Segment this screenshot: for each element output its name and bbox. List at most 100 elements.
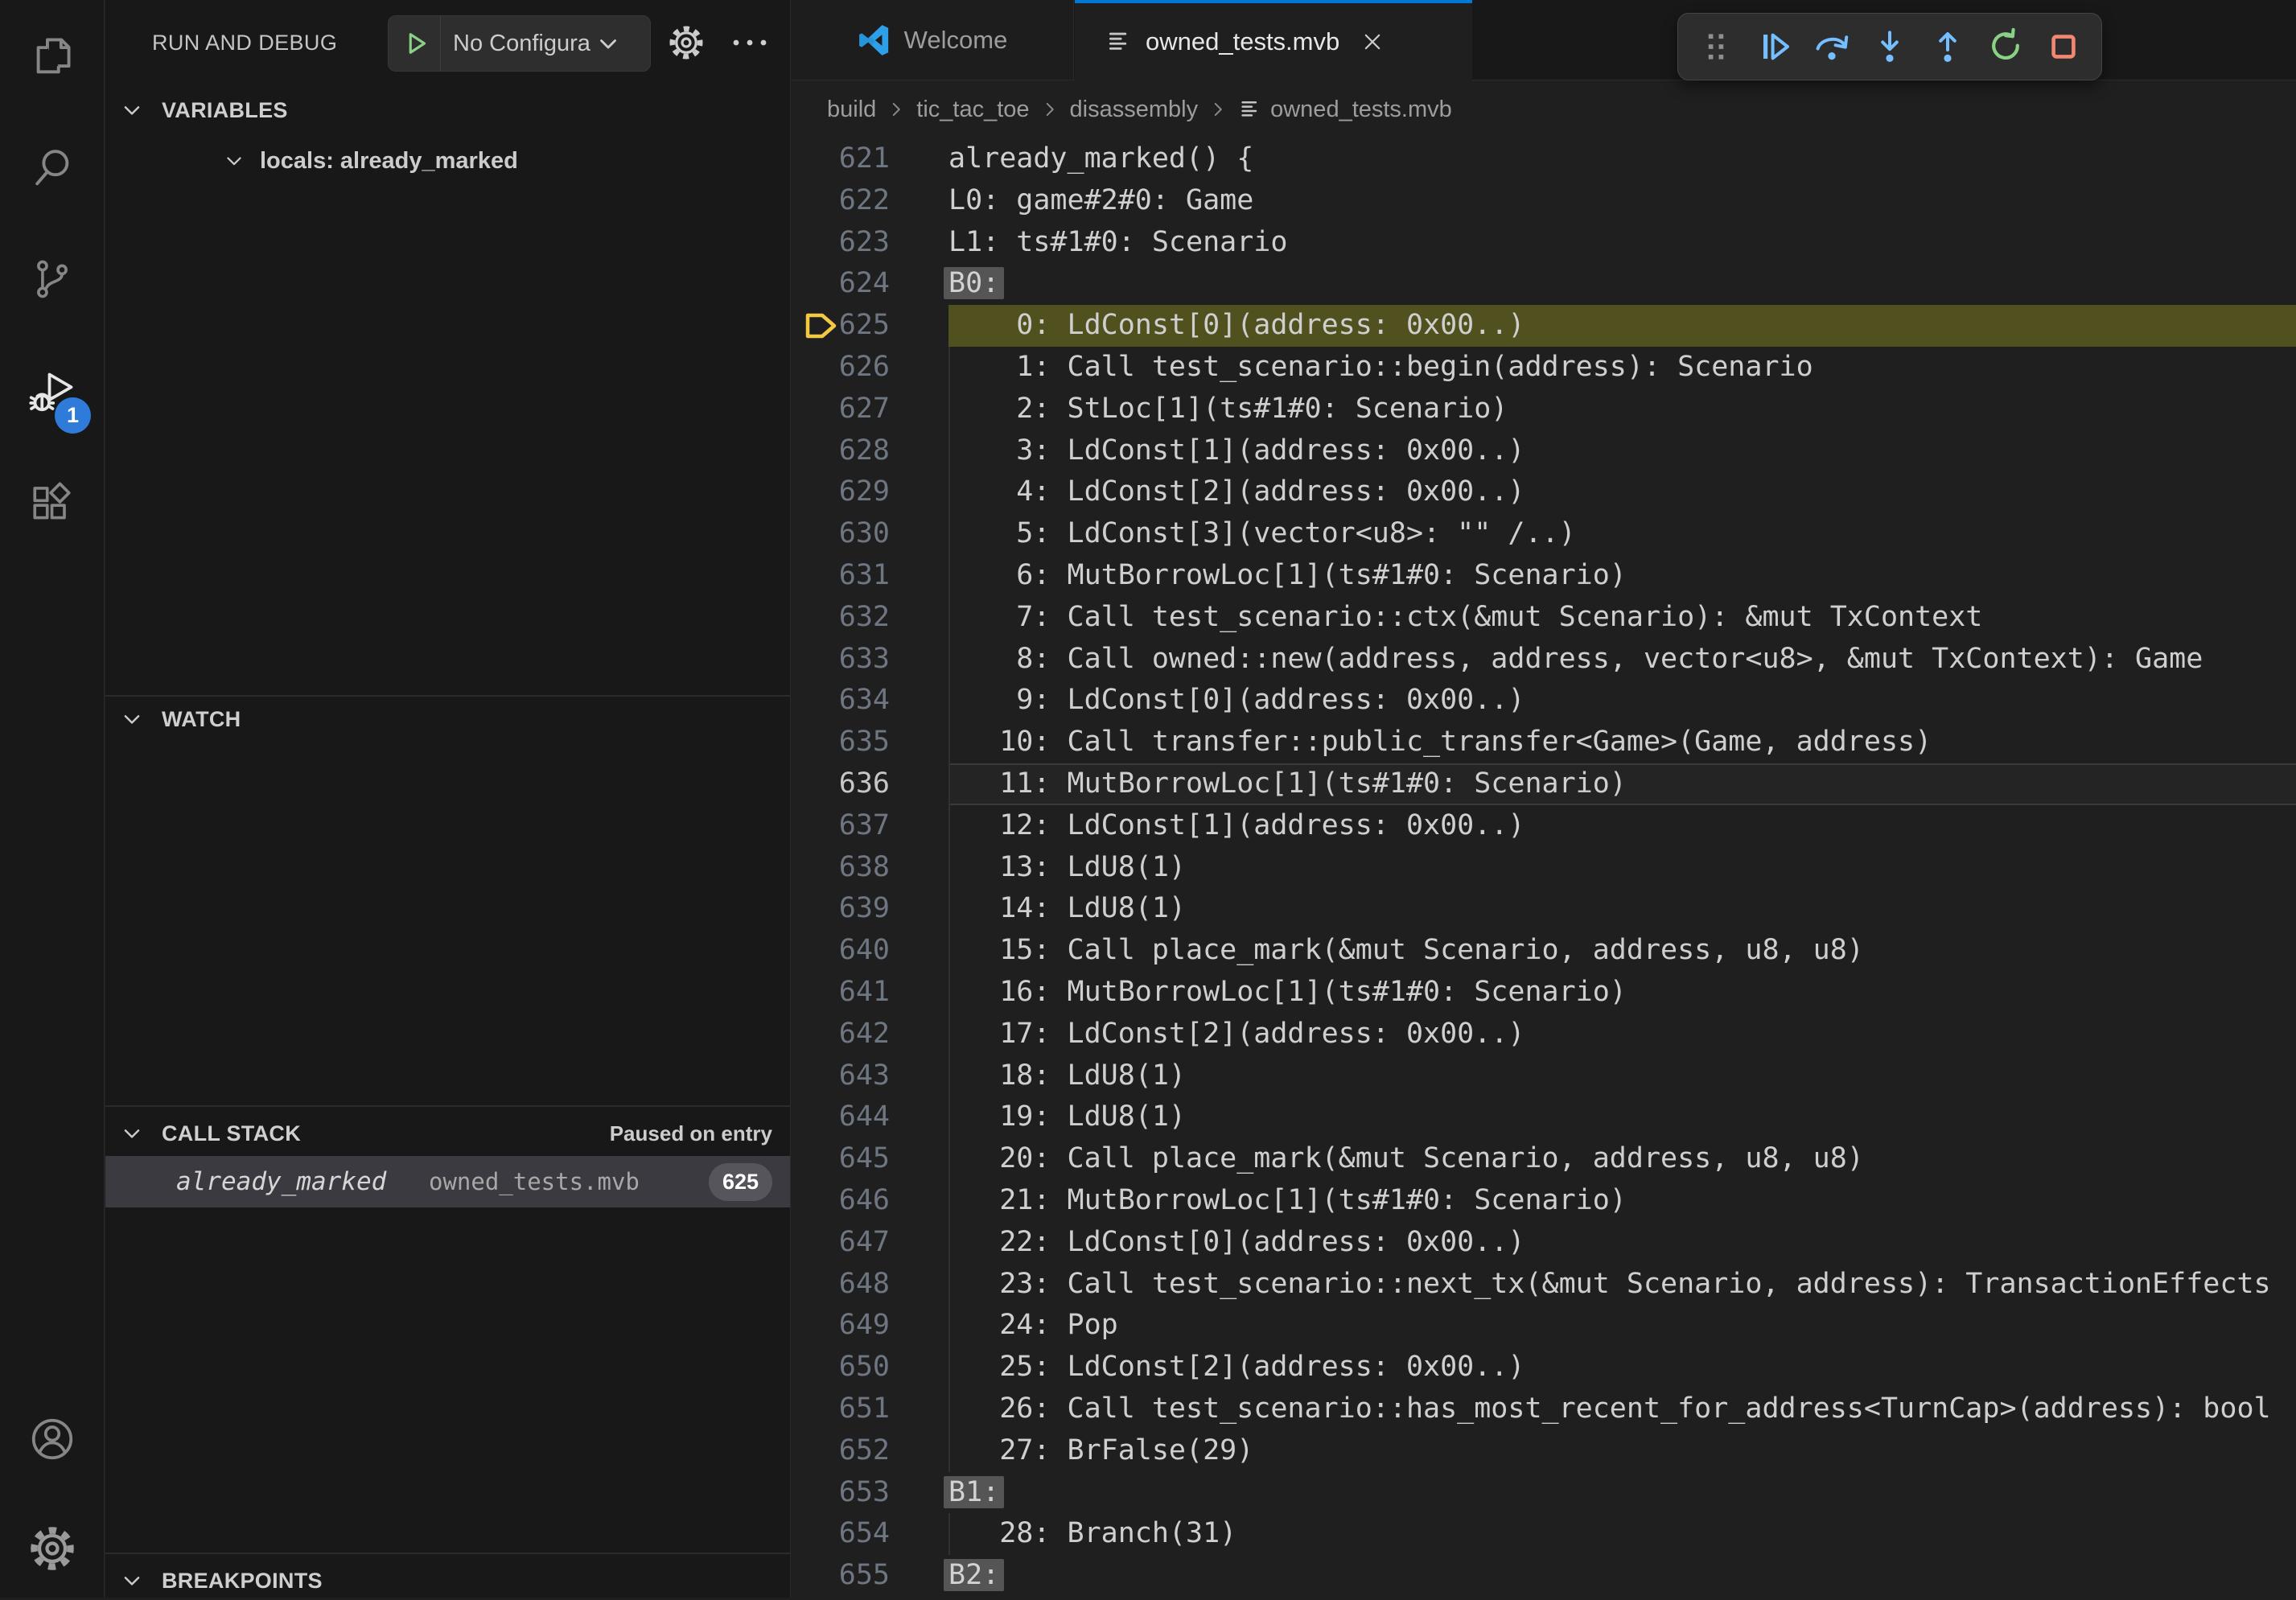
line-number[interactable]: 634 (792, 680, 890, 722)
line-number[interactable]: 624 (792, 263, 890, 305)
tab-welcome[interactable]: Welcome (792, 0, 1074, 80)
sidebar-item-extensions[interactable] (0, 458, 104, 548)
code-line[interactable]: 623L1: ts#1#0: Scenario (792, 222, 2296, 264)
code-line[interactable]: 630 5: LdConst[3](vector<u8>: "" /..) (792, 513, 2296, 555)
line-number[interactable]: 621 (792, 138, 890, 180)
code-line[interactable]: 641 16: MutBorrowLoc[1](ts#1#0: Scenario… (792, 972, 2296, 1014)
sidebar-item-search[interactable] (0, 123, 104, 213)
line-number[interactable]: 655 (792, 1555, 890, 1597)
account-button[interactable] (0, 1394, 104, 1484)
line-number[interactable]: 636 (792, 763, 890, 805)
code-line[interactable]: 642 17: LdConst[2](address: 0x00..) (792, 1014, 2296, 1055)
line-number[interactable]: 632 (792, 597, 890, 639)
code-line[interactable]: 638 13: LdU8(1) (792, 847, 2296, 889)
breadcrumb-item-disassembly[interactable]: disassembly (1070, 97, 1199, 123)
line-number[interactable]: 639 (792, 888, 890, 930)
code-line[interactable]: 621already_marked() { (792, 138, 2296, 180)
code-line[interactable]: 625 0: LdConst[0](address: 0x00..) (792, 305, 2296, 347)
section-header-variables[interactable]: VARIABLES (105, 91, 790, 130)
line-number[interactable]: 623 (792, 222, 890, 264)
debug-restart-button[interactable] (1985, 27, 2026, 67)
code-line[interactable]: 627 2: StLoc[1](ts#1#0: Scenario) (792, 389, 2296, 430)
code-line[interactable]: 635 10: Call transfer::public_transfer<G… (792, 722, 2296, 763)
line-number[interactable]: 646 (792, 1180, 890, 1222)
code-line[interactable]: 646 21: MutBorrowLoc[1](ts#1#0: Scenario… (792, 1180, 2296, 1222)
code-line[interactable]: 628 3: LdConst[1](address: 0x00..) (792, 430, 2296, 472)
section-header-watch[interactable]: WATCH (105, 700, 790, 738)
debug-stop-button[interactable] (2043, 27, 2084, 67)
more-actions-button[interactable] (731, 33, 768, 52)
code-line[interactable]: 629 4: LdConst[2](address: 0x00..) (792, 471, 2296, 513)
toolbar-drag-handle[interactable] (1696, 27, 1736, 67)
code-line[interactable]: 653B1: (792, 1472, 2296, 1514)
breadcrumb-item-build[interactable]: build (827, 97, 876, 123)
code-line[interactable]: 639 14: LdU8(1) (792, 888, 2296, 930)
code-line[interactable]: 624B0: (792, 263, 2296, 305)
code-editor[interactable]: 621already_marked() {622L0: game#2#0: Ga… (792, 138, 2296, 1598)
sidebar-item-run-and-debug[interactable]: 1 (0, 348, 104, 438)
code-line[interactable]: 647 22: LdConst[0](address: 0x00..) (792, 1222, 2296, 1264)
line-number[interactable]: 631 (792, 555, 890, 597)
call-stack-frame[interactable]: already_marked owned_tests.mvb 625 (105, 1156, 790, 1207)
settings-button[interactable] (0, 1503, 104, 1594)
section-header-breakpoints[interactable]: BREAKPOINTS (105, 1561, 790, 1600)
breadcrumb-item-tic-tac-toe[interactable]: tic_tac_toe (916, 97, 1029, 123)
code-line[interactable]: 634 9: LdConst[0](address: 0x00..) (792, 680, 2296, 722)
line-number[interactable]: 645 (792, 1138, 890, 1180)
breadcrumb-item-file[interactable]: owned_tests.mvb (1270, 97, 1452, 123)
code-line[interactable]: 654 28: Branch(31) (792, 1513, 2296, 1555)
line-number[interactable]: 651 (792, 1388, 890, 1430)
close-icon[interactable] (1360, 30, 1385, 54)
code-line[interactable]: 648 23: Call test_scenario::next_tx(&mut… (792, 1264, 2296, 1306)
line-number[interactable]: 649 (792, 1305, 890, 1347)
sidebar-item-explorer[interactable] (0, 11, 104, 101)
variables-scope-locals[interactable]: locals: already_marked (105, 138, 790, 183)
code-line[interactable]: 649 24: Pop (792, 1305, 2296, 1347)
debug-step-out-button[interactable] (1928, 27, 1968, 67)
line-number[interactable]: 647 (792, 1222, 890, 1264)
line-number[interactable]: 626 (792, 347, 890, 389)
line-number[interactable]: 653 (792, 1472, 890, 1514)
line-number[interactable]: 644 (792, 1096, 890, 1138)
debug-settings-gear-button[interactable] (668, 24, 705, 61)
line-number[interactable]: 635 (792, 722, 890, 763)
code-line[interactable]: 644 19: LdU8(1) (792, 1096, 2296, 1138)
line-number[interactable]: 654 (792, 1513, 890, 1555)
line-number[interactable]: 650 (792, 1347, 890, 1388)
code-line[interactable]: 643 18: LdU8(1) (792, 1055, 2296, 1097)
line-number[interactable]: 622 (792, 180, 890, 222)
debug-step-over-button[interactable] (1812, 27, 1852, 67)
section-header-call-stack[interactable]: CALL STACK Paused on entry (105, 1114, 790, 1153)
line-number[interactable]: 630 (792, 513, 890, 555)
code-line[interactable]: 652 27: BrFalse(29) (792, 1430, 2296, 1472)
line-number[interactable]: 633 (792, 639, 890, 681)
line-number[interactable]: 640 (792, 930, 890, 972)
line-number[interactable]: 641 (792, 972, 890, 1014)
sidebar-item-source-control[interactable] (0, 234, 104, 324)
code-line[interactable]: 655B2: (792, 1555, 2296, 1597)
code-line[interactable]: 633 8: Call owned::new(address, address,… (792, 639, 2296, 681)
code-line[interactable]: 650 25: LdConst[2](address: 0x00..) (792, 1347, 2296, 1388)
line-number[interactable]: 638 (792, 847, 890, 889)
debug-continue-button[interactable] (1754, 27, 1794, 67)
debug-config-dropdown[interactable]: No Configura (388, 15, 651, 72)
code-line[interactable]: 637 12: LdConst[1](address: 0x00..) (792, 805, 2296, 847)
code-line[interactable]: 636 11: MutBorrowLoc[1](ts#1#0: Scenario… (792, 763, 2296, 805)
start-debug-play-icon[interactable] (401, 29, 430, 58)
line-number[interactable]: 627 (792, 389, 890, 430)
line-number[interactable]: 629 (792, 471, 890, 513)
debug-step-into-button[interactable] (1870, 27, 1910, 67)
line-number[interactable]: 642 (792, 1014, 890, 1055)
code-line[interactable]: 622L0: game#2#0: Game (792, 180, 2296, 222)
line-number[interactable]: 643 (792, 1055, 890, 1097)
line-number[interactable]: 637 (792, 805, 890, 847)
code-line[interactable]: 651 26: Call test_scenario::has_most_rec… (792, 1388, 2296, 1430)
line-number[interactable]: 648 (792, 1264, 890, 1306)
code-line[interactable]: 640 15: Call place_mark(&mut Scenario, a… (792, 930, 2296, 972)
line-number[interactable]: 628 (792, 430, 890, 472)
code-line[interactable]: 626 1: Call test_scenario::begin(address… (792, 347, 2296, 389)
code-line[interactable]: 631 6: MutBorrowLoc[1](ts#1#0: Scenario) (792, 555, 2296, 597)
code-line[interactable]: 645 20: Call place_mark(&mut Scenario, a… (792, 1138, 2296, 1180)
line-number[interactable]: 652 (792, 1430, 890, 1472)
code-line[interactable]: 632 7: Call test_scenario::ctx(&mut Scen… (792, 597, 2296, 639)
